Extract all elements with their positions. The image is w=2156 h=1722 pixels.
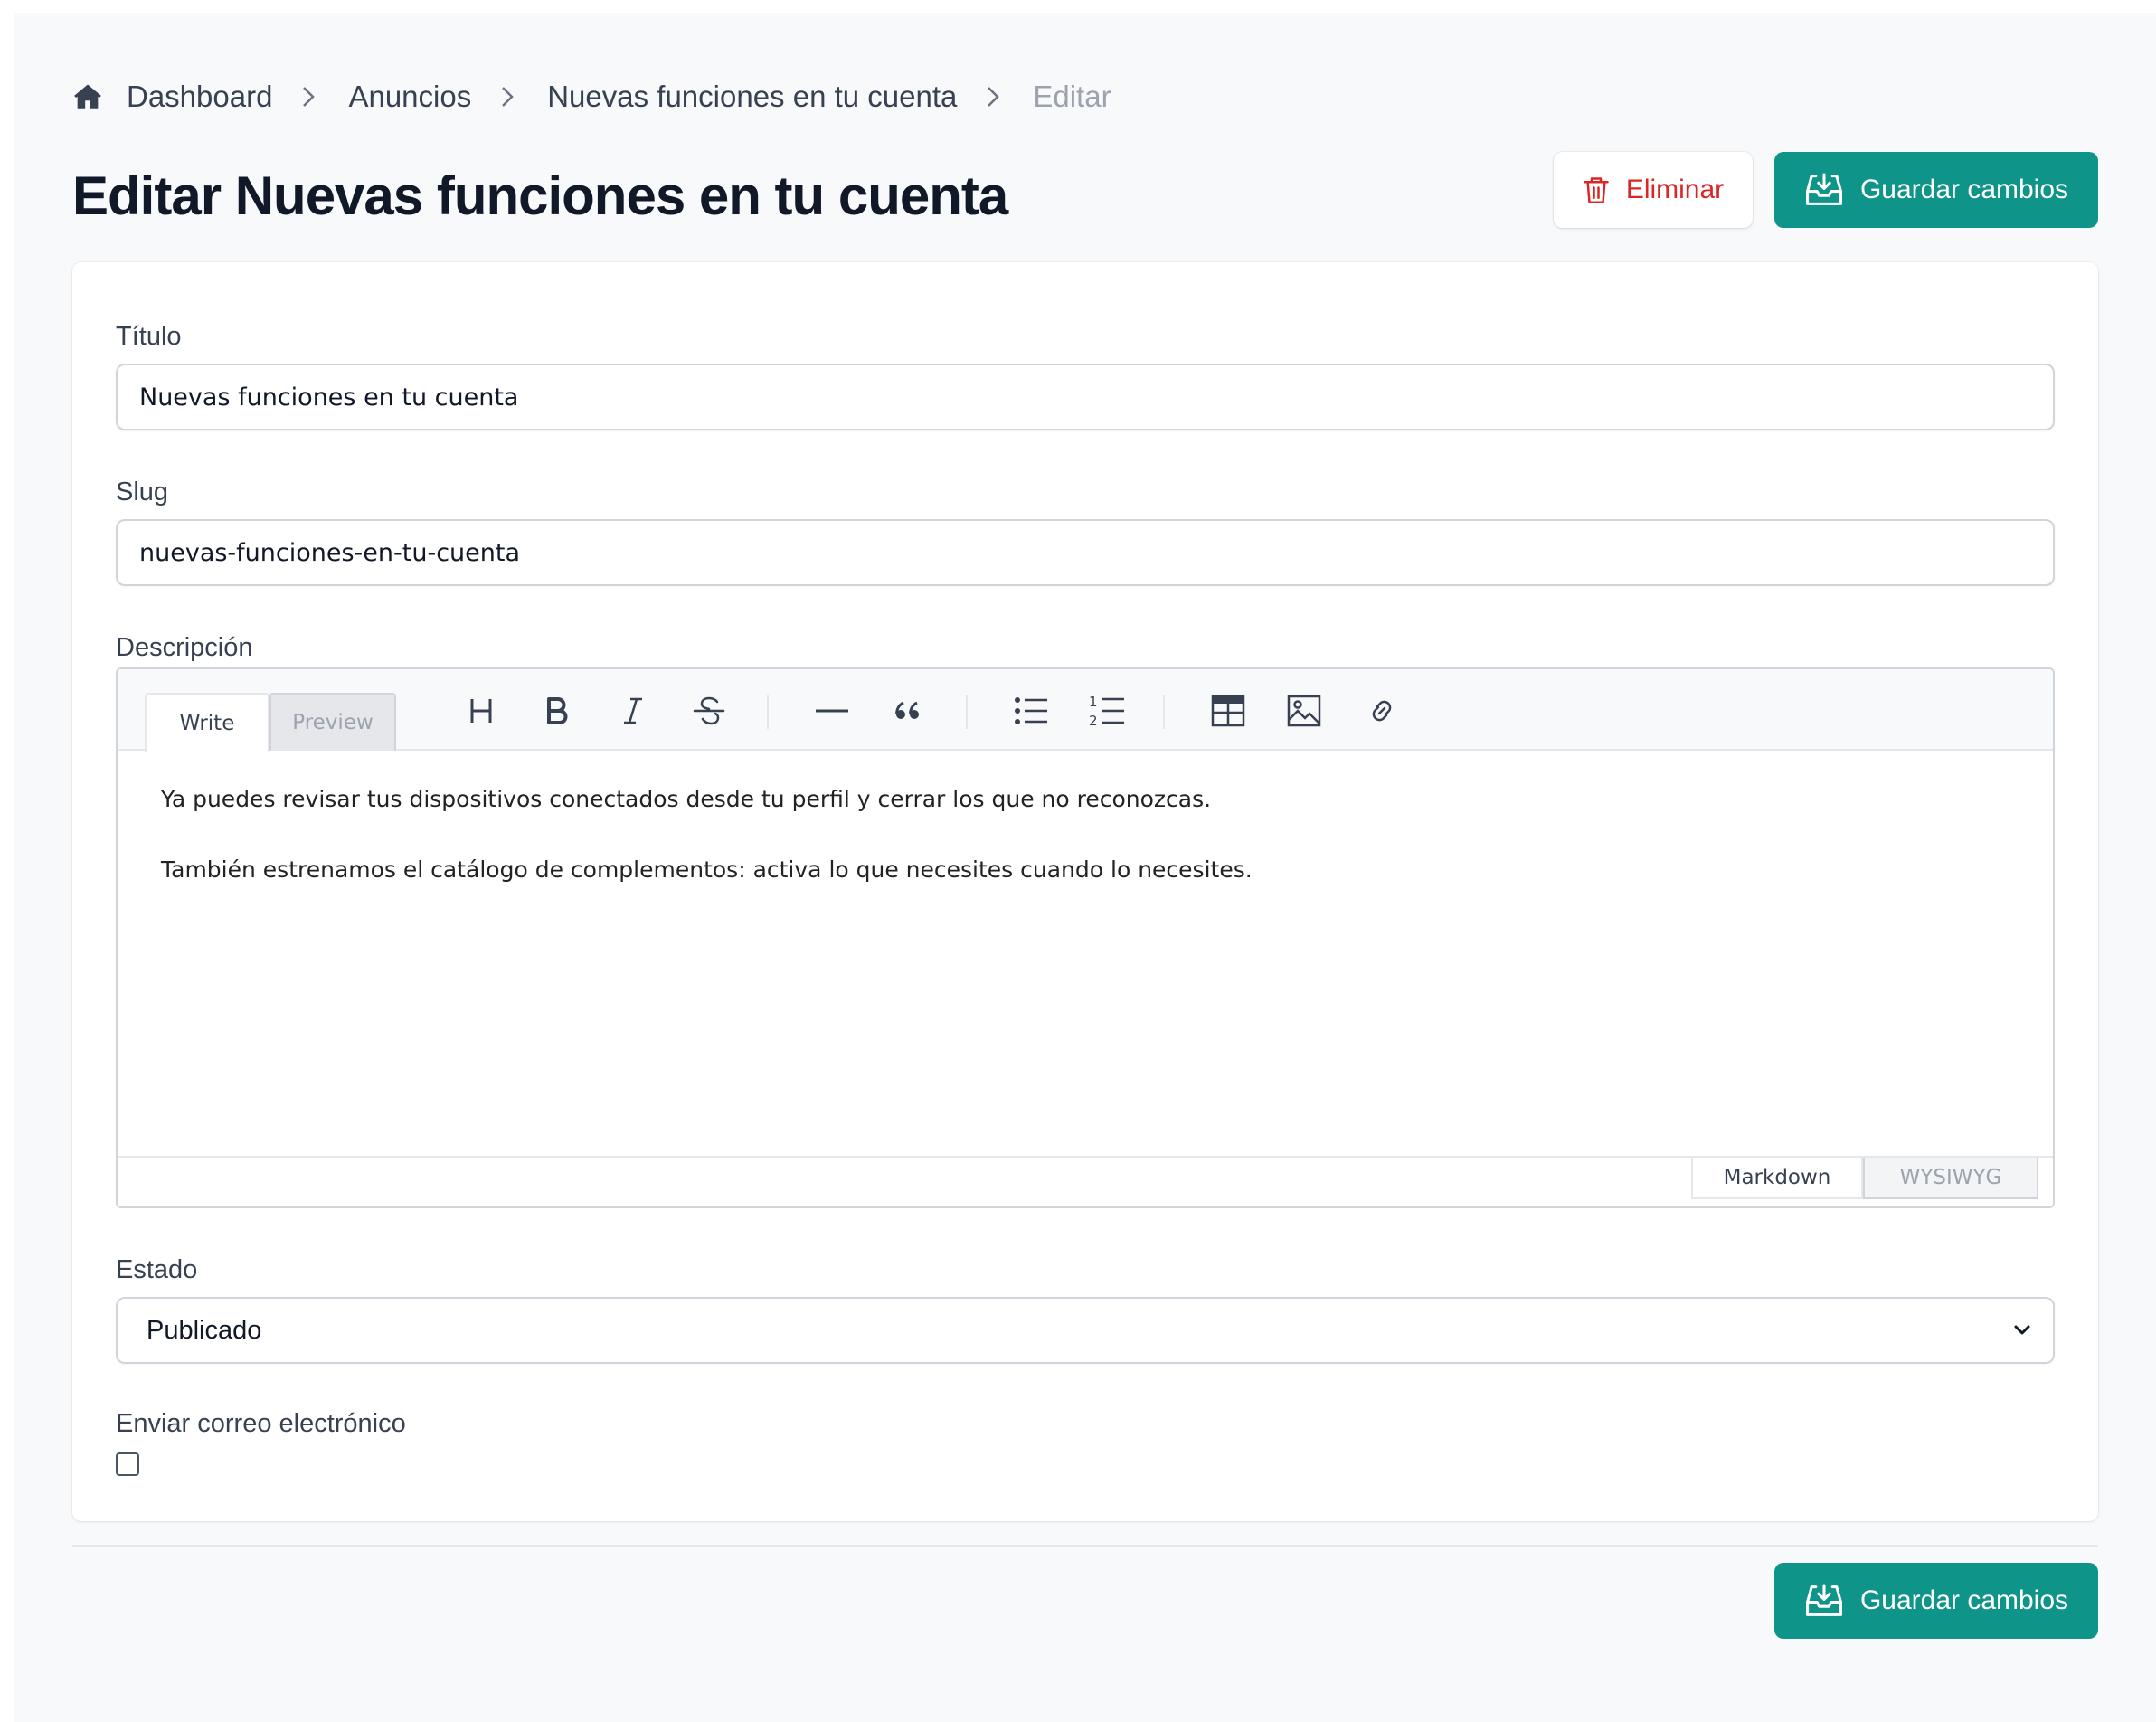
chevron-down-icon [2011, 1319, 2033, 1349]
inbox-download-icon [1804, 1583, 1844, 1619]
status-select-value: Publicado [147, 1315, 262, 1345]
save-button[interactable]: Guardar cambios [1774, 152, 2098, 228]
toolbar-divider [1163, 695, 1165, 729]
save-button-bottom[interactable]: Guardar cambios [1774, 1563, 2098, 1639]
delete-button[interactable]: Eliminar [1554, 152, 1753, 228]
breadcrumb: Dashboard Anuncios Nuevas funciones en t… [72, 80, 1111, 114]
heading-icon[interactable] [456, 686, 506, 736]
markdown-editor: Write Preview 1 2 Ya puedes revisar tus … [116, 667, 2055, 1208]
mode-markdown[interactable]: Markdown [1691, 1158, 1863, 1199]
home-icon[interactable] [72, 80, 105, 113]
breadcrumb-anuncios[interactable]: Anuncios [348, 80, 471, 114]
svg-text:2: 2 [1089, 713, 1098, 728]
slug-label: Slug [116, 478, 169, 506]
send-email-checkbox[interactable] [116, 1452, 139, 1476]
table-icon[interactable] [1203, 686, 1253, 736]
inbox-download-icon [1804, 172, 1844, 208]
editor-paragraph: Ya puedes revisar tus dispositivos conec… [161, 786, 1212, 812]
delete-button-label: Eliminar [1625, 175, 1725, 204]
form-card: Título Slug Descripción Write Preview [72, 262, 2098, 1521]
toolbar-divider [767, 695, 769, 729]
trash-icon [1583, 175, 1610, 205]
status-label: Estado [116, 1255, 198, 1284]
title-input[interactable] [116, 364, 2055, 430]
title-label: Título [116, 322, 182, 351]
toolbar-divider [966, 695, 968, 729]
italic-icon[interactable] [608, 686, 658, 736]
form-divider [72, 1545, 2098, 1547]
bold-icon[interactable] [532, 686, 582, 736]
strikethrough-icon[interactable] [684, 686, 734, 736]
page: Dashboard Anuncios Nuevas funciones en t… [14, 13, 2156, 1722]
quote-icon[interactable] [883, 686, 933, 736]
save-button-label: Guardar cambios [1859, 175, 2069, 204]
editor-paragraph: También estrenamos el catálogo de comple… [161, 856, 1253, 883]
breadcrumb-current: Editar [1033, 80, 1111, 113]
editor-toolbar: Write Preview 1 2 [118, 669, 2053, 752]
numbered-list-icon[interactable]: 12 [1082, 686, 1132, 736]
editor-mode-bar: Markdown WYSIWYG [118, 1156, 2053, 1206]
svg-text:1: 1 [1089, 694, 1098, 710]
editor-content[interactable]: Ya puedes revisar tus dispositivos conec… [161, 783, 2006, 924]
bullet-list-icon[interactable] [1006, 686, 1056, 736]
send-email-label: Enviar correo electrónico [116, 1409, 406, 1438]
chevron-right-icon [500, 83, 518, 110]
horizontal-rule-icon[interactable] [807, 686, 857, 736]
chevron-right-icon [986, 83, 1004, 110]
chevron-right-icon [301, 83, 319, 110]
description-label: Descripción [116, 633, 253, 662]
status-select[interactable]: Publicado [116, 1297, 2055, 1364]
slug-input[interactable] [116, 519, 2055, 586]
page-title: Editar Nuevas funciones en tu cuenta [72, 166, 1008, 226]
link-icon[interactable] [1357, 686, 1407, 736]
save-button-bottom-label: Guardar cambios [1859, 1585, 2069, 1615]
tab-preview[interactable]: Preview [270, 693, 396, 751]
breadcrumb-announcement[interactable]: Nuevas funciones en tu cuenta [547, 80, 957, 114]
breadcrumb-dashboard[interactable]: Dashboard [127, 80, 272, 114]
image-icon[interactable] [1279, 686, 1329, 736]
mode-wysiwyg[interactable]: WYSIWYG [1863, 1158, 2038, 1199]
tab-write[interactable]: Write [145, 693, 270, 752]
